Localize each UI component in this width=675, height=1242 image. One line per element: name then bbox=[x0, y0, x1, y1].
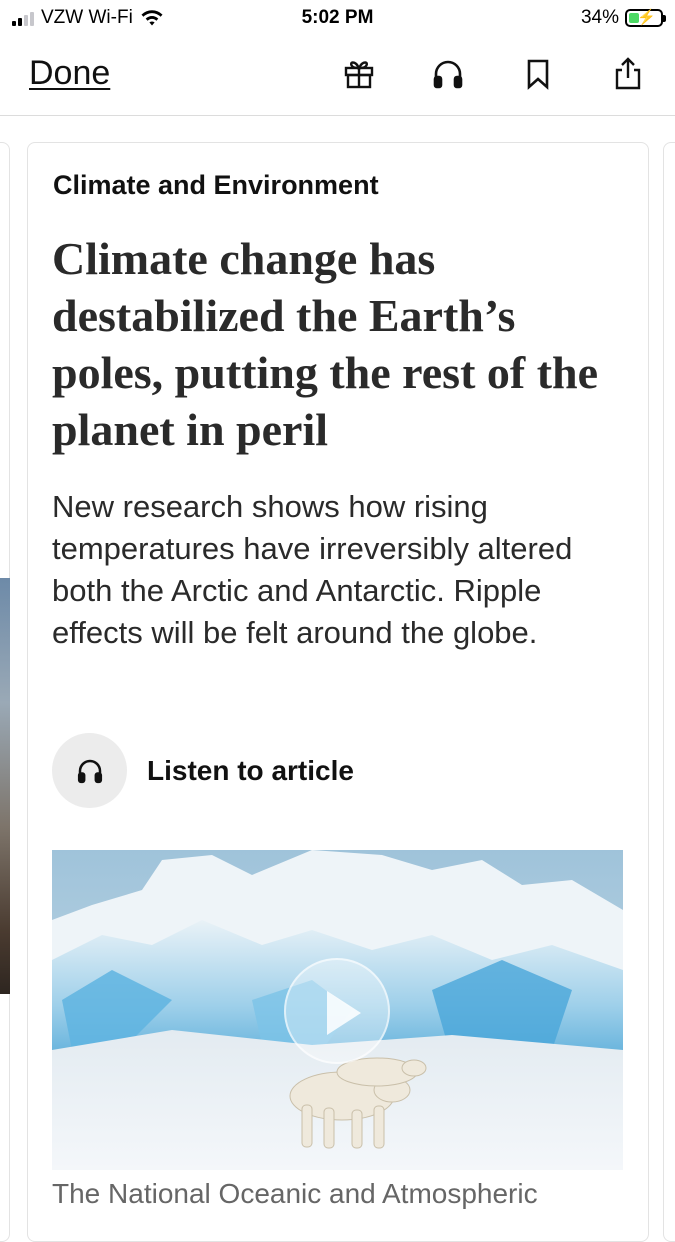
bookmark-icon[interactable] bbox=[520, 56, 556, 92]
next-article-card[interactable] bbox=[663, 142, 675, 1242]
status-right: 34% ⚡ bbox=[580, 7, 666, 29]
article-toolbar: Done bbox=[0, 38, 675, 116]
previous-article-image bbox=[0, 578, 10, 994]
section-kicker[interactable]: Climate and Environment bbox=[53, 170, 379, 201]
battery-icon: ⚡ bbox=[625, 9, 666, 27]
image-caption: The National Oceanic and Atmospheric bbox=[52, 1178, 538, 1209]
battery-percent: 34% bbox=[580, 7, 619, 28]
article-dek: New research shows how rising temperatur… bbox=[52, 489, 573, 650]
article-headline: Climate change has destabilized the Eart… bbox=[52, 233, 599, 455]
video-thumbnail[interactable] bbox=[52, 850, 623, 1170]
play-icon[interactable] bbox=[284, 958, 390, 1064]
status-bar: VZW Wi-Fi 5:02 PM 34% ⚡ bbox=[0, 0, 675, 38]
gift-icon[interactable] bbox=[341, 56, 377, 92]
listen-to-article[interactable]: Listen to article bbox=[52, 733, 354, 808]
status-time: 5:02 PM bbox=[301, 7, 374, 28]
listen-button[interactable] bbox=[52, 733, 127, 808]
charging-bolt-icon: ⚡ bbox=[637, 9, 656, 26]
listen-label: Listen to article bbox=[147, 754, 354, 786]
headphones-icon[interactable] bbox=[430, 56, 466, 92]
headphones-icon bbox=[77, 759, 102, 783]
done-button[interactable]: Done bbox=[29, 54, 110, 93]
share-icon[interactable] bbox=[610, 56, 646, 92]
